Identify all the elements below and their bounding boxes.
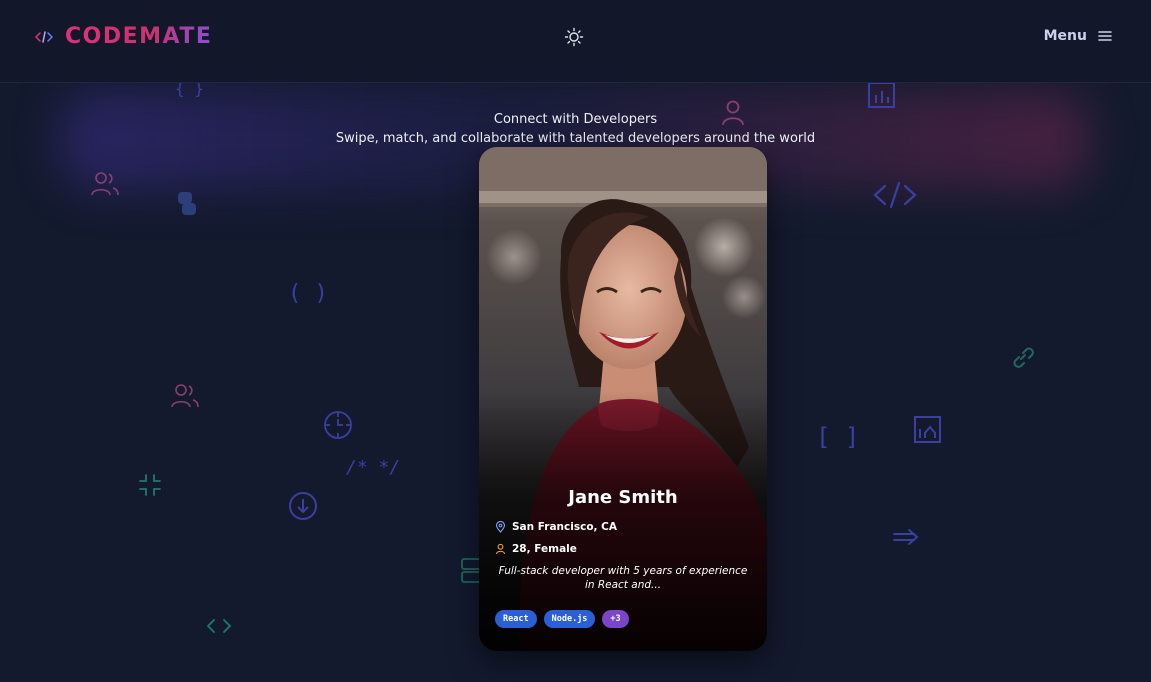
hero-subtitle: Swipe, match, and collaborate with talen… [335, 131, 816, 146]
svg-text:( ): ( ) [288, 281, 328, 306]
minimize-icon [139, 474, 161, 496]
code-tag-icon [873, 181, 917, 209]
bar-chart-icon [868, 82, 895, 108]
square-brackets-icon: [ ] [816, 423, 859, 451]
hamburger-icon [1098, 31, 1112, 41]
profile-name: Jane Smith [568, 487, 678, 508]
parentheses-icon: ( ) [288, 281, 328, 306]
line-chart-icon [914, 416, 941, 443]
menu-button[interactable]: Menu [1044, 28, 1113, 44]
profile-info: Jane Smith San Francisco, CA 28, Female … [495, 487, 751, 628]
download-circle-icon [289, 492, 317, 520]
profile-card[interactable]: Jane Smith San Francisco, CA 28, Female … [479, 147, 767, 651]
top-header: CODEMATE Menu [0, 0, 1151, 83]
link-icon [1013, 347, 1034, 368]
age-gender-text: 28, Female [512, 543, 577, 555]
logo-text: CODEMATE [65, 24, 213, 49]
location-text: San Francisco, CA [512, 521, 618, 533]
skill-tag[interactable]: Node.js [543, 610, 596, 628]
svg-text:[ ]: [ ] [816, 423, 859, 451]
users-icon [91, 172, 119, 196]
code-brackets-icon [206, 619, 232, 633]
double-arrow-right-icon [893, 529, 919, 545]
profile-age-gender: 28, Female [495, 538, 751, 560]
user-icon [495, 543, 506, 555]
comment-code-icon: /* */ [346, 457, 400, 478]
skill-tags: React Node.js +3 [495, 610, 751, 628]
skill-tag[interactable]: React [495, 610, 537, 628]
map-pin-icon [495, 521, 506, 533]
python-icon [178, 192, 196, 215]
more-skills-tag[interactable]: +3 [602, 610, 629, 628]
hero-title: Connect with Developers [493, 112, 658, 127]
profile-bio: Full-stack developer with 5 years of exp… [498, 565, 748, 591]
logo[interactable]: CODEMATE [35, 24, 212, 49]
sun-icon [564, 27, 584, 47]
svg-text:/* */: /* */ [346, 457, 400, 478]
theme-toggle-button[interactable] [564, 27, 584, 47]
menu-label: Menu [1043, 28, 1087, 44]
compass-icon [324, 411, 352, 439]
hero-heading: Connect with Developers Swipe, match, an… [0, 110, 1151, 148]
profile-location: San Francisco, CA [495, 516, 751, 538]
users-icon [171, 384, 199, 408]
code-broadcast-icon [35, 30, 53, 43]
